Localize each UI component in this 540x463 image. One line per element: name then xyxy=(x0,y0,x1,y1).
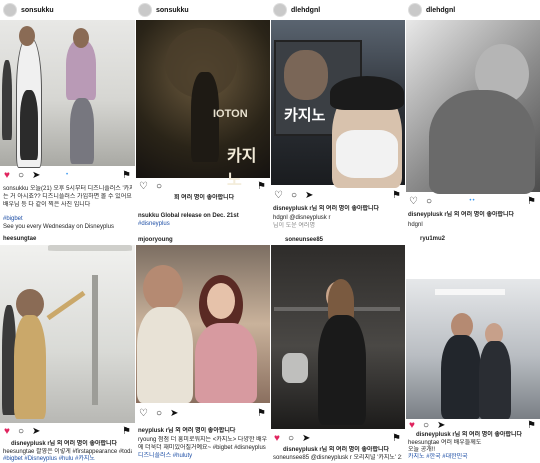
bookmark-icon[interactable]: ⚑ xyxy=(257,181,266,192)
comment-icon[interactable]: ○ xyxy=(423,420,429,431)
action-bar: ♥ ○ ➤ • ⚑ xyxy=(4,169,131,181)
post-photo[interactable] xyxy=(270,245,405,429)
divider xyxy=(405,0,406,463)
comment-icon[interactable]: ○ xyxy=(156,181,162,192)
caption-line: 에 더욱더 재미있어질거예요~ #bigbet #disneyplus xyxy=(138,445,266,451)
action-bar: ♡ ○ ➤ ⚑ xyxy=(274,189,401,201)
divider xyxy=(135,0,136,463)
action-bar: ♥ ○ ➤ ⚑ xyxy=(409,419,536,431)
avatar[interactable] xyxy=(408,3,422,17)
post-photo[interactable] xyxy=(405,279,540,419)
like-count[interactable]: neyplusk r님 외 여러 명이 좋아합니다 xyxy=(138,427,267,435)
caption-line: 배우님 등 다 같이 찍은 사진 입니다 xyxy=(3,202,91,208)
caption-line: soneunsee85 @disneyplusk r 오리지널 '카지노' 21… xyxy=(273,455,402,461)
post-dlehdgnl-1: dlehdgnl 카지노 ♡ ○ ➤ ⚑ disneyplusk r님 외 여러… xyxy=(270,0,405,245)
post-sonsukku-1: sonsukku ♥ ○ ➤ • ⚑ sonsukku 오늘(21) 오후 5시… xyxy=(0,0,135,245)
post-ryoung: ♡ ○ ➤ ⚑ neyplusk r님 외 여러 명이 좋아합니다 ryoung… xyxy=(135,245,270,463)
bookmark-icon[interactable]: ⚑ xyxy=(122,426,131,437)
username[interactable]: sonsukku xyxy=(156,7,189,14)
like-icon[interactable]: ♥ xyxy=(274,433,280,444)
bookmark-icon[interactable]: ⚑ xyxy=(392,190,401,201)
caption-line: hdgnl @disneyplusk r xyxy=(273,215,331,221)
share-icon[interactable]: ➤ xyxy=(302,433,310,444)
poster-image[interactable]: IOTON 카지노 xyxy=(135,20,270,189)
divider xyxy=(270,0,271,463)
like-count[interactable]: 회 여러 명이 좋아합니다 xyxy=(138,194,267,202)
like-count[interactable]: disneyplusk r님 외 여러 명이 좋아합니다 xyxy=(3,440,132,448)
post-header: sonsukku xyxy=(0,0,135,20)
caption-line: ryoung 점점 더 흥미로워지는 <카지노> 다양한 배우들 xyxy=(138,437,267,443)
bookmark-icon[interactable]: ⚑ xyxy=(257,408,266,419)
action-bar: ♡ ○ ⚑ xyxy=(139,180,266,192)
avatar[interactable] xyxy=(138,3,152,17)
caption-line: nsukku Global release on Dec. 21st xyxy=(138,213,239,219)
like-count[interactable]: disneyplusk r님 외 여러 명이 좋아합니다 xyxy=(408,431,537,439)
share-icon[interactable]: ➤ xyxy=(32,426,40,437)
hashtag[interactable]: 카지노 #한국 #대한민국 xyxy=(408,453,537,461)
commenter[interactable]: soneunsee85 xyxy=(273,236,402,244)
commenter[interactable]: ryu1mu2 xyxy=(408,235,537,243)
caption-line: sonsukku 오늘(21) 오후 5시부터 디즈니플러스 '카지노' 8부 … xyxy=(3,186,132,192)
carousel-dots: • xyxy=(65,172,70,178)
comment-icon[interactable]: ○ xyxy=(156,408,162,419)
action-bar: ♥ ○ ➤ ⚑ xyxy=(4,425,131,437)
bookmark-icon[interactable]: ⚑ xyxy=(392,433,401,444)
bookmark-icon[interactable]: ⚑ xyxy=(527,420,536,431)
username[interactable]: dlehdgnl xyxy=(426,7,455,14)
post-sonsukku-2: sonsukku IOTON 카지노 ♡ ○ ⚑ 회 여러 명이 좋아합니다 n… xyxy=(135,0,270,245)
like-icon[interactable]: ♡ xyxy=(274,190,283,201)
carousel-dots: •• xyxy=(469,198,476,204)
post-photo[interactable] xyxy=(0,245,135,423)
like-count[interactable]: disneyplusk r님 외 여러 명이 좋아합니다 xyxy=(273,446,402,454)
hashtag[interactable]: #disneyplus xyxy=(138,220,267,228)
post-header: dlehdgnl xyxy=(270,0,405,20)
post-heesungtae: ♥ ○ ➤ ⚑ disneyplusk r님 외 여러 명이 좋아합니다 hee… xyxy=(0,245,135,463)
like-count[interactable]: disneyplusk r님 외 여러 명이 좋아합니다 xyxy=(408,211,537,219)
username[interactable]: dlehdgnl xyxy=(291,7,320,14)
billboard-text: 카지노 xyxy=(284,107,326,124)
post-dlehdgnl-2: dlehdgnl ♡ ○ •• ⚑ disneyplusk r님 외 여러 명이… xyxy=(405,0,540,245)
commenter[interactable]: heesungtae xyxy=(3,235,132,243)
like-icon[interactable]: ♡ xyxy=(139,181,148,192)
share-icon[interactable]: ➤ xyxy=(305,190,313,201)
action-bar: ♡ ○ •• ⚑ xyxy=(409,195,536,207)
like-icon[interactable]: ♥ xyxy=(409,420,415,431)
post-photo[interactable]: 카지노 xyxy=(270,20,405,188)
post-header: dlehdgnl xyxy=(405,0,540,20)
like-count[interactable]: disneyplusk r님 외 여러 명이 좋아합니다 xyxy=(273,205,402,213)
caption-line: See you every Wednesday on Disneyplus xyxy=(3,224,114,230)
comment-icon[interactable]: ○ xyxy=(288,433,294,444)
action-bar: ♡ ○ ➤ ⚑ xyxy=(139,407,266,419)
share-icon[interactable]: ➤ xyxy=(170,408,178,419)
comment-icon[interactable]: ○ xyxy=(18,426,24,437)
post-photo[interactable] xyxy=(135,245,270,403)
post-photo[interactable] xyxy=(0,20,135,168)
like-icon[interactable]: ♡ xyxy=(139,408,148,419)
hashtag[interactable]: #bigbet #Disneyplus #hulu #카지노 xyxy=(3,455,132,463)
comment-icon[interactable]: ○ xyxy=(291,190,297,201)
post-photo[interactable] xyxy=(405,20,540,194)
hashtag[interactable]: #bigbet xyxy=(3,215,132,223)
caption-line: 는 거 아시죠?? 디즈니플러스 가입하면 볼 수 있어요 감독님이랑 xyxy=(3,194,132,200)
avatar[interactable] xyxy=(3,3,17,17)
commenter[interactable]: mjooryoung xyxy=(138,236,267,244)
action-bar: ♥ ○ ➤ ⚑ xyxy=(274,432,401,444)
caption-line: hdgnl xyxy=(408,222,423,228)
post-heesungtae-2: ♥ ○ ➤ ⚑ disneyplusk r님 외 여러 명이 좋아합니다 hee… xyxy=(405,245,540,463)
avatar[interactable] xyxy=(273,3,287,17)
poster-top-text: IOTON xyxy=(213,108,248,120)
caption-line: 님이 도운 여러명 xyxy=(273,223,315,229)
like-icon[interactable]: ♥ xyxy=(4,426,10,437)
share-icon[interactable]: ➤ xyxy=(437,420,445,431)
post-header: sonsukku xyxy=(135,0,270,20)
username[interactable]: sonsukku xyxy=(21,7,54,14)
post-soneunsee85: ♥ ○ ➤ ⚑ disneyplusk r님 외 여러 명이 좋아합니다 son… xyxy=(270,245,405,463)
hashtag[interactable]: 디즈니플러스 #huluty xyxy=(138,452,267,460)
